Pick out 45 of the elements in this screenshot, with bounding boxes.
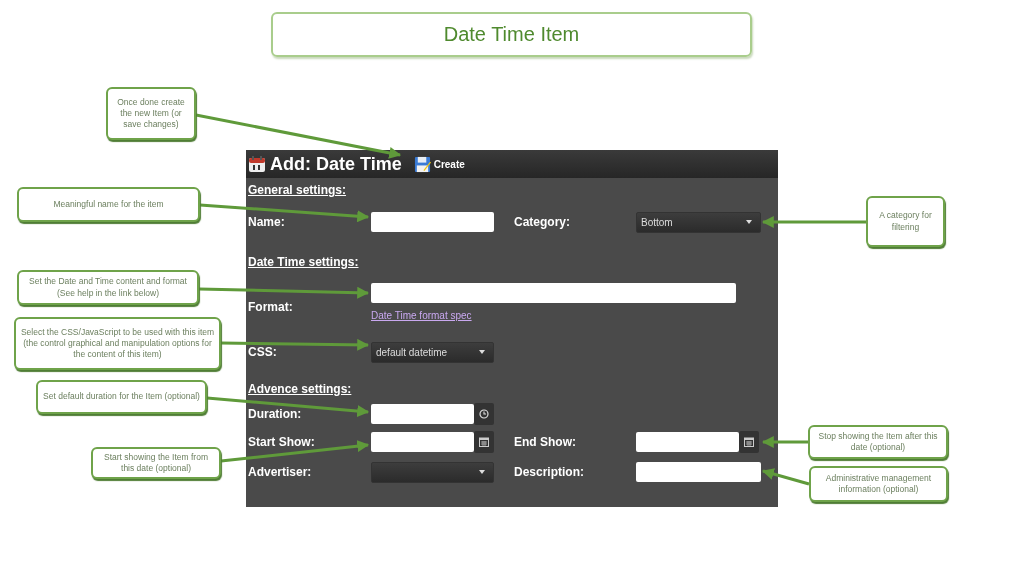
calendar-icon xyxy=(248,155,266,173)
caret-icon xyxy=(479,350,485,354)
caret-icon xyxy=(479,470,485,474)
field-label: CSS: xyxy=(248,345,278,359)
field-label: Start Show: xyxy=(248,434,316,449)
callout-note: Select the CSS/JavaScript to be used with this item (the control graphical and manipulation options for the content of this item) xyxy=(14,317,221,370)
field-label: Description: xyxy=(514,465,585,479)
callout-note: Stop showing the Item after this date (optional) xyxy=(808,425,948,459)
callout-arrow xyxy=(761,468,810,486)
time-picker-button[interactable] xyxy=(474,403,494,425)
callout-note: Set the Date and Time content and format (See help in the link below) xyxy=(17,270,199,305)
format-field[interactable] xyxy=(371,283,736,303)
slide-title: Date Time Item xyxy=(271,12,752,57)
callout-note: Start showing the Item from this date (optional) xyxy=(91,447,221,479)
date-picker-button[interactable] xyxy=(739,430,759,453)
duration-field[interactable] xyxy=(371,404,474,424)
field-label: Advertiser: xyxy=(248,465,313,479)
field-label: Format: xyxy=(248,299,294,314)
field-label: End Show: xyxy=(514,434,577,449)
format-spec-link[interactable]: Date Time format spec xyxy=(371,309,472,321)
section-heading: General settings: xyxy=(248,183,348,197)
callout-note: Once done create the new Item (or save changes) xyxy=(106,87,196,140)
clock-icon xyxy=(479,409,489,419)
calendar-icon xyxy=(744,436,754,447)
calendar-icon xyxy=(479,436,489,447)
start-date-field[interactable] xyxy=(371,431,474,452)
callout-note: Administrative management information (optional) xyxy=(809,466,948,502)
field-label: Name: xyxy=(248,215,286,229)
caret-icon xyxy=(746,220,752,224)
field-label: Category: xyxy=(514,215,571,229)
css-dropdown[interactable]: default datetime xyxy=(371,341,494,363)
date-picker-button[interactable] xyxy=(474,430,494,453)
callout-note: A category for filtering xyxy=(866,196,945,247)
create-button[interactable]: Create xyxy=(405,155,465,173)
section-heading: Advence settings: xyxy=(248,382,353,396)
section-heading: Date Time settings: xyxy=(248,255,360,269)
end-date-field[interactable] xyxy=(636,431,739,452)
description-field[interactable] xyxy=(636,462,761,482)
callout-note: Set default duration for the Item (optional) xyxy=(36,380,207,414)
name-field[interactable] xyxy=(371,212,494,232)
panel-title: Add: Date Time xyxy=(270,153,402,175)
callout-arrow xyxy=(761,436,808,448)
callout-note: Meaningful name for the item xyxy=(17,187,200,222)
category-dropdown[interactable]: Bottom xyxy=(636,211,761,233)
field-label: Duration: xyxy=(248,407,303,421)
